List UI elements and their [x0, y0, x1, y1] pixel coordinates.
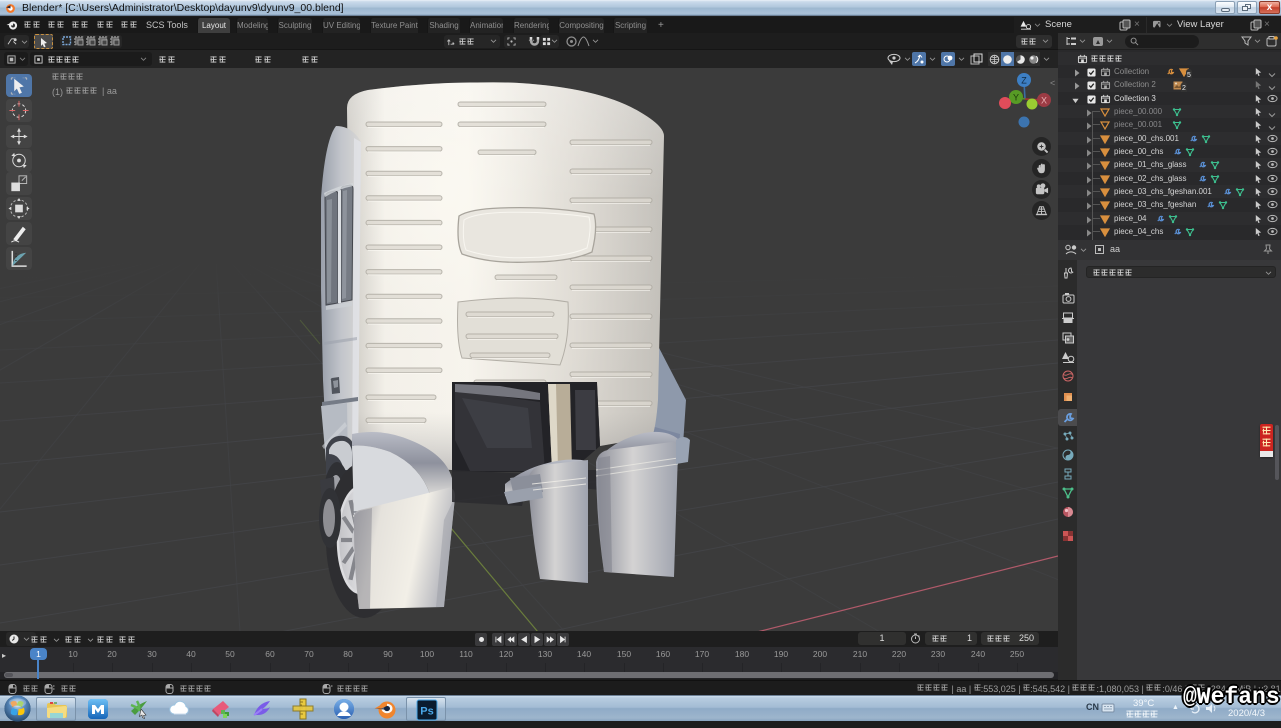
svg-text:Z: Z: [1021, 76, 1027, 86]
svg-text:X: X: [1041, 96, 1047, 106]
svg-text:Y: Y: [1013, 93, 1019, 103]
svg-text:Ps: Ps: [420, 706, 433, 718]
